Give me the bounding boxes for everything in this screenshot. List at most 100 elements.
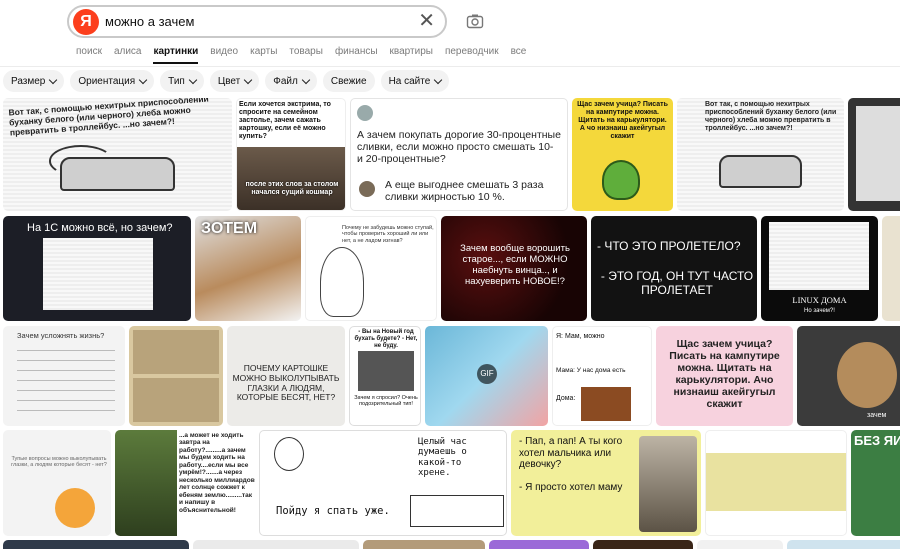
image-result[interactable]: Зачем вообще ворошить старое..., если МО… <box>441 216 587 321</box>
image-result[interactable] <box>193 540 359 549</box>
filter-file[interactable]: Файл <box>265 70 317 92</box>
image-result[interactable]: На 1С можно всё, но зачем? <box>3 216 191 321</box>
image-result[interactable]: ...а может не ходить завтра на работу?..… <box>115 430 255 536</box>
filter-label: Цвет <box>217 75 241 87</box>
image-result[interactable]: А зачем покупать дорогие 30-процентные с… <box>350 98 568 211</box>
image-caption: ...а может не ходить завтра на работу?..… <box>179 432 255 514</box>
filter-bar: Размер Ориентация Тип Цвет Файл Свежие Н… <box>3 70 450 92</box>
clear-icon[interactable]: ✕ <box>418 10 435 32</box>
image-caption: LINUX ДОМА <box>792 295 847 305</box>
image-result[interactable]: БЕЗ ЯИ <box>851 430 900 536</box>
image-result[interactable]: LINUX ДОМА Но зачем?! <box>761 216 878 321</box>
image-result[interactable] <box>3 540 189 549</box>
image-caption: ПОЧЕМУ КАРТОШКЕ МОЖНО ВЫКОЛУПЫВАТЬ ГЛАЗК… <box>232 363 340 403</box>
photo <box>237 147 345 210</box>
tab-goods[interactable]: товары <box>289 46 323 57</box>
comic-panel <box>133 330 219 374</box>
chevron-down-icon <box>49 75 58 84</box>
image-result[interactable]: - Вы на Новый год бухать будете? - Нет, … <box>349 326 421 426</box>
image-result[interactable]: Я: Мам, можно Мама: У нас дома есть Дома… <box>552 326 652 426</box>
image-result[interactable] <box>787 540 900 549</box>
image-drawing <box>769 222 869 290</box>
filter-size[interactable]: Размер <box>3 70 65 92</box>
image-caption: - ЭТО ГОД, ОН ТУТ ЧАСТО ПРОЛЕТАЕТ <box>600 269 754 297</box>
chevron-down-icon <box>301 75 311 84</box>
filter-label: Тип <box>168 75 185 87</box>
tab-search[interactable]: поиск <box>76 46 102 57</box>
filter-label: Ориентация <box>78 75 136 87</box>
image-result[interactable]: ПОЧЕМУ КАРТОШКЕ МОЖНО ВЫКОЛУПЫВАТЬ ГЛАЗК… <box>227 326 345 426</box>
image-result[interactable]: Целый час думаешь о какой-то хрене. Пойд… <box>259 430 507 536</box>
tab-maps[interactable]: карты <box>250 46 277 57</box>
image-result[interactable] <box>848 98 900 211</box>
image-caption: Но зачем?! <box>804 308 835 314</box>
image-result[interactable]: GIF <box>425 326 548 426</box>
search-input[interactable]: можно а зачем <box>105 14 194 29</box>
filter-orientation[interactable]: Ориентация <box>70 70 155 92</box>
image-result[interactable] <box>705 430 847 536</box>
comic-panel <box>133 378 219 422</box>
avatar <box>359 181 375 197</box>
image-result[interactable]: Вот так, с помощью нехитрых приспособлен… <box>3 98 232 211</box>
image-result[interactable]: Вот так, с помощью нехитрых приспособлен… <box>677 98 844 211</box>
tab-video[interactable]: видео <box>210 46 238 57</box>
image-result[interactable] <box>593 540 693 549</box>
image-result[interactable]: Почему не забудешь можно ступай, чтобы п… <box>305 216 437 321</box>
image-result[interactable] <box>697 540 783 549</box>
image-caption: Щас зачем учица? Писать на кампутире мож… <box>577 101 668 141</box>
filter-fresh[interactable]: Свежие <box>322 70 375 92</box>
image-caption: - Вы на Новый год бухать будете? - Нет, … <box>354 329 418 349</box>
image-caption: Вот так, с помощью нехитрых приспособлен… <box>705 101 837 133</box>
image-result[interactable]: зачем <box>797 326 900 426</box>
image-result[interactable]: Тупые вопросы можно выколупывать глазки,… <box>3 430 111 536</box>
image-caption: - Пап, а пап! А ты кого хотел мальчика и… <box>519 436 623 470</box>
image-caption: А зачем покупать дорогие 30-процентные с… <box>357 129 561 166</box>
image-result[interactable]: - Пап, а пап! А ты кого хотел мальчика и… <box>511 430 701 536</box>
frog-drawing <box>602 160 640 200</box>
filter-site[interactable]: На сайте <box>380 70 450 92</box>
image-result[interactable] <box>363 540 485 549</box>
search-box[interactable]: Я можно а зачем ✕ <box>67 5 447 38</box>
text-lines <box>17 350 115 420</box>
door-image <box>581 387 631 421</box>
image-result[interactable]: Щас зачем учица? Писать на кампутире мож… <box>572 98 673 211</box>
image-caption: Зачем я спросил? Очень подозрительный ти… <box>354 395 418 408</box>
image-caption: Вот так, с помощью нехитрых приспособлен… <box>8 98 210 137</box>
image-drawing <box>718 154 803 189</box>
avatar <box>357 105 373 121</box>
image-result[interactable]: - ЧТО ЭТО ПРОЛЕТЕЛО? - ЭТО ГОД, ОН ТУТ Ч… <box>591 216 757 321</box>
bed-drawing <box>410 495 504 527</box>
image-result[interactable]: ЗОТЕМ <box>195 216 301 321</box>
gif-badge-icon: GIF <box>477 364 497 384</box>
image-result[interactable] <box>129 326 223 426</box>
cat-photo <box>837 342 897 408</box>
yandex-logo[interactable]: Я <box>73 9 99 35</box>
image-caption: - Я просто хотел маму <box>519 482 623 493</box>
image-result[interactable]: Если хочется экстрима, то спросите на се… <box>236 98 346 211</box>
image-result[interactable] <box>489 540 589 549</box>
image-result[interactable]: Зачем усложнять жизнь? <box>3 326 125 426</box>
image-result[interactable] <box>882 216 900 321</box>
gorilla-photo <box>115 430 177 536</box>
filter-color[interactable]: Цвет <box>209 70 260 92</box>
image-thumbnail <box>856 106 900 201</box>
photo <box>358 351 414 391</box>
tab-translate[interactable]: переводчик <box>445 46 499 57</box>
image-result[interactable]: Щас зачем учица? Писать на кампутире мож… <box>656 326 793 426</box>
image-caption: БЕЗ ЯИ <box>854 433 900 448</box>
filter-type[interactable]: Тип <box>160 70 204 92</box>
filter-label: Размер <box>11 75 46 87</box>
image-caption: Если хочется экстрима, то спросите на се… <box>239 101 331 141</box>
image-caption: Я: Мам, можно <box>556 333 605 340</box>
tab-realty[interactable]: квартиры <box>390 46 433 57</box>
tab-alice[interactable]: алиса <box>114 46 142 57</box>
image-caption: после этих слов за столом начался сущий … <box>245 181 339 197</box>
camera-icon[interactable] <box>466 13 484 29</box>
image-caption: Тупые вопросы можно выколупывать глазки,… <box>11 456 107 469</box>
image-caption: Пойду я спать уже. <box>276 505 390 517</box>
tab-all[interactable]: все <box>511 46 527 57</box>
tab-finance[interactable]: финансы <box>335 46 378 57</box>
image-caption: Целый час думаешь о какой-то хрене. <box>418 437 467 479</box>
image-caption: зачем <box>867 412 887 419</box>
tab-images[interactable]: картинки <box>153 46 198 64</box>
